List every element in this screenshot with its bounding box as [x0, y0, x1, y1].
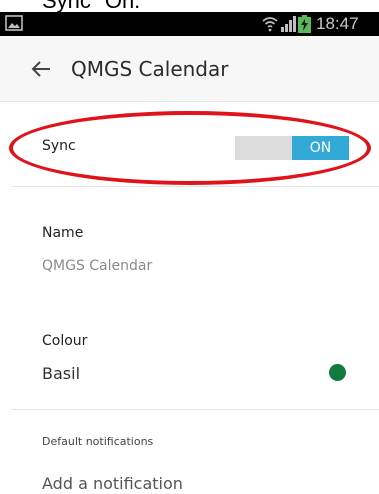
battery-charging-icon [298, 15, 311, 33]
signal-icon [281, 16, 296, 32]
arrow-left-icon[interactable] [30, 58, 52, 80]
add-notification-button[interactable]: Add a notification [42, 474, 183, 493]
colour-swatch[interactable] [329, 364, 346, 381]
app-bar: QMGS Calendar [0, 36, 379, 102]
name-value[interactable]: QMGS Calendar [42, 258, 152, 274]
page-title: QMGS Calendar [71, 57, 229, 81]
name-label: Name [42, 225, 84, 241]
sync-toggle[interactable]: ON [235, 136, 349, 160]
caption-banner: Sync "On." [0, 0, 379, 12]
sync-toggle-state[interactable]: ON [292, 136, 349, 160]
notifications-header: Default notifications [42, 435, 154, 448]
colour-label: Colour [42, 333, 88, 349]
caption-text: Sync "On." [42, 0, 148, 12]
colour-value[interactable]: Basil [42, 364, 80, 383]
wifi-icon [262, 17, 278, 32]
image-icon [5, 15, 23, 31]
sync-label: Sync [42, 138, 76, 154]
status-bar: 18:47 [0, 12, 379, 36]
divider [12, 409, 379, 410]
status-time: 18:47 [316, 14, 359, 33]
divider [12, 186, 379, 187]
